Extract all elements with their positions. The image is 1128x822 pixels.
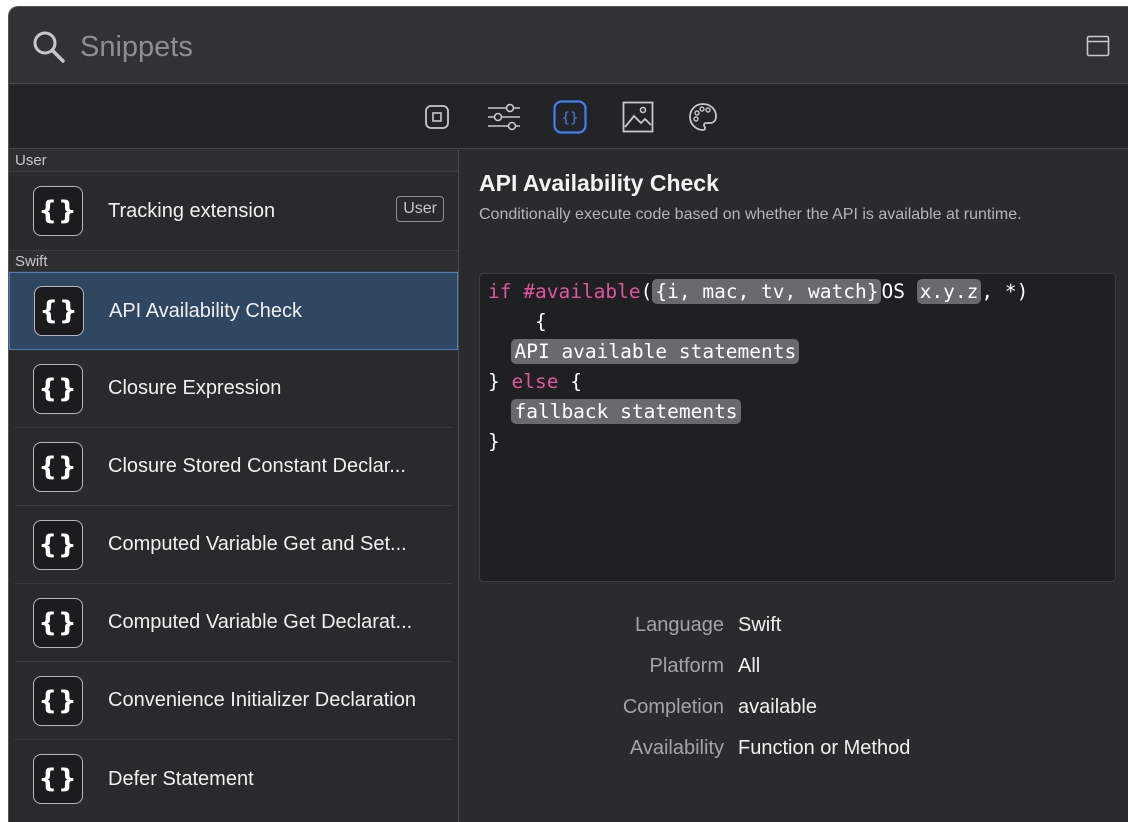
property-value: Swift xyxy=(738,614,782,636)
tab-snippets[interactable]: {} xyxy=(552,99,588,135)
braces-icon: {} xyxy=(33,519,83,570)
sliders-icon xyxy=(488,103,520,131)
section-header-user: User xyxy=(9,150,458,172)
code-placeholder[interactable]: x.y.z xyxy=(916,279,982,304)
code-line: } xyxy=(488,430,500,453)
code-text: ( xyxy=(640,280,653,303)
list-item-label: Computed Variable Get and Set... xyxy=(108,533,407,555)
code-placeholder[interactable]: fallback statements xyxy=(511,399,741,424)
code-placeholder[interactable]: {i, mac, tv, watch} xyxy=(652,279,882,304)
code-line: fallback statements xyxy=(488,397,1107,427)
snippet-detail-pane: API Availability Check Conditionally exe… xyxy=(460,150,1128,822)
code-text: } xyxy=(488,370,512,393)
code-placeholder[interactable]: API available statements xyxy=(511,339,800,364)
snippet-list: User {} Tracking extension User Swift {}… xyxy=(9,150,459,822)
panel-toggle-icon[interactable] xyxy=(1086,34,1110,58)
braces-icon: {} xyxy=(33,441,83,492)
tab-media[interactable] xyxy=(620,99,656,135)
braces-icon: {} xyxy=(33,186,83,236)
property-row: Platform All xyxy=(460,646,1128,687)
braces-icon: {} xyxy=(33,363,83,414)
tab-views[interactable] xyxy=(419,99,455,135)
search-input[interactable] xyxy=(80,27,980,67)
property-key: Completion xyxy=(622,696,724,718)
code-line: if #available({i, mac, tv, watch} OS x.y.… xyxy=(488,277,1107,307)
property-row: Completion available xyxy=(460,687,1128,728)
list-item-label: Closure Expression xyxy=(108,377,282,399)
property-row: Language Swift xyxy=(460,605,1128,646)
code-text: { xyxy=(558,370,582,393)
library-tabs-toolbar: {} xyxy=(9,85,1128,149)
property-key: Language xyxy=(635,614,724,636)
search-icon xyxy=(33,31,65,63)
user-badge: User xyxy=(396,196,444,222)
list-item[interactable]: {} Tracking extension User xyxy=(15,172,452,250)
snippet-properties: Language Swift Platform All Completion a… xyxy=(460,605,1128,769)
braces-icon: {} xyxy=(33,597,83,648)
snippets-library-window: {} User {} Tracking extension User xyxy=(8,6,1128,822)
list-item[interactable]: {} Closure Stored Constant Declar... xyxy=(15,428,452,506)
property-value: available xyxy=(738,696,817,718)
list-item-label: Tracking extension xyxy=(108,199,276,222)
list-item[interactable]: {} Convenience Initializer Declaration xyxy=(15,662,452,740)
list-item[interactable]: {} Defer Statement xyxy=(15,740,452,818)
snippet-title: API Availability Check xyxy=(479,170,719,196)
code-keyword: if xyxy=(488,280,512,303)
list-item-label: Computed Variable Get Declarat... xyxy=(108,611,413,633)
square-icon xyxy=(425,105,449,129)
code-keyword: else xyxy=(511,370,559,393)
list-item[interactable]: {} Computed Variable Get Declarat... xyxy=(15,584,452,662)
braces-icon: {} xyxy=(34,286,84,336)
palette-icon xyxy=(689,103,717,131)
code-line: API available statements xyxy=(488,337,1107,367)
tab-modifiers[interactable] xyxy=(486,99,522,135)
code-text: OS xyxy=(881,280,917,303)
search-bar xyxy=(9,7,1128,84)
code-preview: if #available({i, mac, tv, watch} OS x.y.… xyxy=(479,273,1116,582)
image-icon xyxy=(622,101,654,133)
svg-text:{}: {} xyxy=(562,111,579,127)
braces-icon: {} xyxy=(553,100,587,134)
code-line: { xyxy=(488,310,547,333)
list-item-selected[interactable]: {} API Availability Check xyxy=(9,272,458,350)
section-header-swift: Swift xyxy=(9,250,458,272)
snippet-description: Conditionally execute code based on whet… xyxy=(479,206,1022,223)
code-line: } else { xyxy=(488,367,1107,397)
property-value: All xyxy=(738,655,761,677)
code-text: , *) xyxy=(981,280,1029,303)
list-item[interactable]: {} Computed Variable Get and Set... xyxy=(15,506,452,584)
tab-colors[interactable] xyxy=(685,99,721,135)
property-key: Platform xyxy=(649,655,724,677)
list-item-label: Convenience Initializer Declaration xyxy=(108,689,416,711)
braces-icon: {} xyxy=(33,675,83,726)
property-key: Availability xyxy=(629,737,724,759)
list-item-label: API Availability Check xyxy=(109,299,303,322)
list-item-label: Closure Stored Constant Declar... xyxy=(108,455,406,477)
list-item-label: Defer Statement xyxy=(108,767,254,790)
list-item[interactable]: {} Closure Expression xyxy=(15,350,452,428)
property-value: Function or Method xyxy=(738,737,911,759)
code-keyword: #available xyxy=(523,280,641,303)
braces-icon: {} xyxy=(33,754,83,804)
property-row: Availability Function or Method xyxy=(460,728,1128,769)
